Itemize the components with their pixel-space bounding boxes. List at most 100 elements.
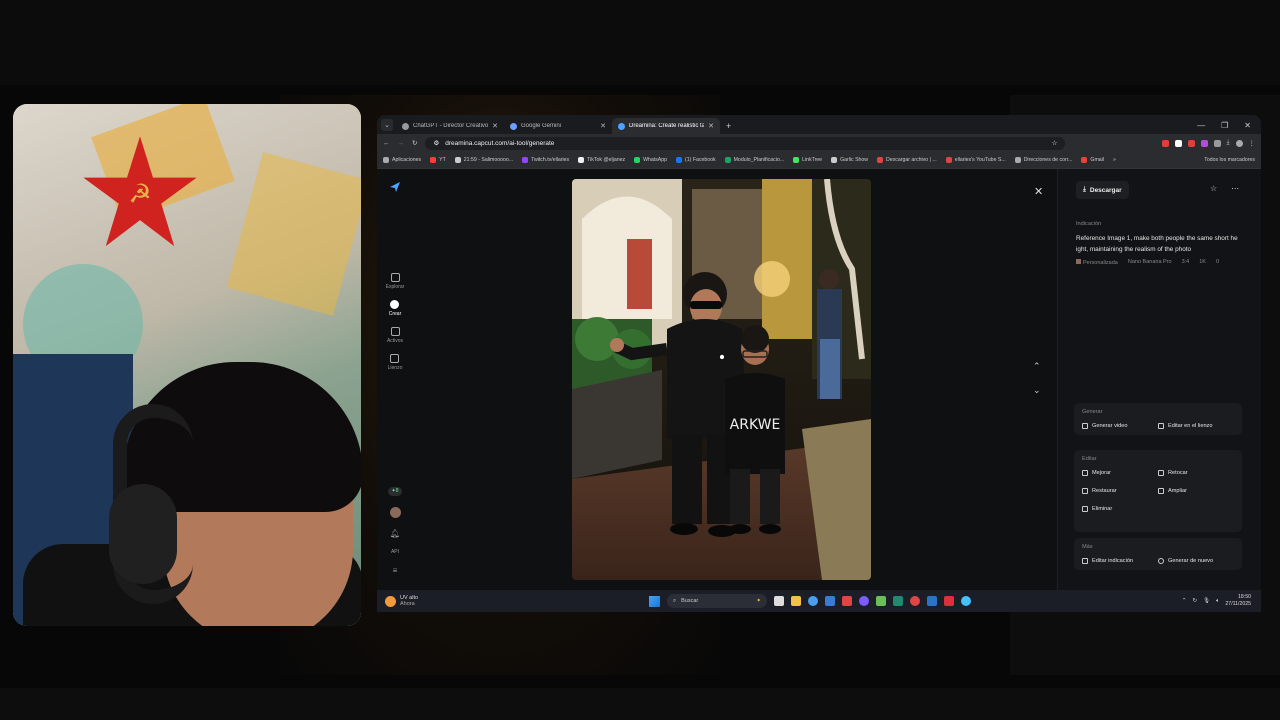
credits-badge[interactable]: ✦8 <box>388 487 402 496</box>
download-button[interactable]: ⤓ Descargar <box>1076 181 1129 199</box>
new-tab-button[interactable]: + <box>726 121 731 131</box>
bookmark-item[interactable]: TikTok @eljanez <box>578 157 625 163</box>
bookmark-item[interactable]: LinkTree <box>793 157 822 163</box>
maximize-icon[interactable]: ❐ <box>1221 121 1228 130</box>
task-view-icon[interactable] <box>774 596 784 606</box>
rail-item-activos[interactable]: Activos <box>387 327 403 344</box>
bookmark-item[interactable]: ellaries's YouTube S... <box>945 157 1006 163</box>
discord-icon[interactable] <box>859 596 869 606</box>
bookmark-item[interactable]: Descargar archivo | ... <box>877 157 937 163</box>
tab-gemini[interactable]: Google Gemini ✕ <box>504 118 612 134</box>
meta-ratio: 3:4 <box>1181 259 1190 265</box>
bookmark-item[interactable]: (1) Facebook <box>676 157 716 163</box>
file-explorer-icon[interactable] <box>791 596 801 606</box>
extension-icon[interactable] <box>1161 139 1169 147</box>
bookmark-item[interactable]: 21:59 - Salimooooo... <box>454 157 513 163</box>
app-icon[interactable] <box>876 596 886 606</box>
app-icon[interactable] <box>910 596 920 606</box>
close-viewer-icon[interactable]: ✕ <box>1034 185 1043 198</box>
menu-dots-icon[interactable]: ⋮ <box>1249 139 1256 147</box>
tray-chevron-icon[interactable]: ⌃ <box>1182 598 1187 604</box>
restore-button[interactable]: Restaurar <box>1082 488 1158 494</box>
app-icon[interactable] <box>825 596 835 606</box>
address-bar[interactable]: ⚙ dreamina.capcut.com/ai-tool/generate ☆ <box>425 136 1066 150</box>
extension-icon[interactable] <box>1187 139 1195 147</box>
more-bookmarks-icon[interactable]: » <box>1113 157 1116 163</box>
taskbar-search[interactable]: ⌕ Buscar ✦ <box>667 594 767 608</box>
edit-prompt-button[interactable]: Editar indicación <box>1082 558 1158 564</box>
bookmark-item[interactable]: Direcciones de corr... <box>1014 157 1072 163</box>
weather-widget[interactable]: UV alto Ahora <box>385 595 418 608</box>
sun-icon <box>385 595 396 607</box>
app-icon[interactable] <box>944 596 954 606</box>
reload-icon[interactable]: ↻ <box>412 139 417 147</box>
search-icon: ⌕ <box>673 597 677 604</box>
bookmark-item[interactable]: Gmail <box>1081 157 1104 163</box>
prompt-text[interactable]: Reference Image 1, make both people the … <box>1076 233 1248 255</box>
favorite-star-icon[interactable]: ☆ <box>1210 184 1217 193</box>
retouch-button[interactable]: Retocar <box>1158 470 1234 476</box>
rail-label: Activos <box>386 338 404 344</box>
profile-avatar[interactable] <box>1235 139 1243 147</box>
download-icon[interactable]: ⤓ <box>1227 139 1230 147</box>
close-tab-icon[interactable]: ✕ <box>492 122 498 130</box>
restore-icon <box>1082 488 1088 494</box>
microphone-icon[interactable]: 🎙︎ <box>1203 598 1210 604</box>
bell-icon[interactable]: 🔔︎ <box>390 529 400 538</box>
bookmark-item[interactable]: Modulo_Planificacio... <box>724 157 784 163</box>
bookmark-favicon-icon <box>676 157 683 163</box>
app-icon[interactable] <box>842 596 852 606</box>
next-image-icon[interactable]: ⌄ <box>1033 385 1041 396</box>
windows-start-icon[interactable] <box>649 595 660 607</box>
menu-icon[interactable]: ≡ <box>393 566 398 575</box>
dreamina-logo-icon[interactable] <box>389 181 401 193</box>
weather-subtitle: Ahora <box>400 601 415 607</box>
user-avatar[interactable] <box>389 507 401 518</box>
volume-icon[interactable]: 🔈︎ <box>1216 598 1219 605</box>
rail-item-lienzo[interactable]: Lienzo <box>388 354 402 371</box>
close-window-icon[interactable]: ✕ <box>1244 121 1251 130</box>
bookmark-item[interactable]: Garlic Show <box>831 157 868 163</box>
app-icon[interactable] <box>893 596 903 606</box>
tab-search-icon[interactable]: ⌄ <box>381 119 393 131</box>
bookmark-star-icon[interactable]: ☆ <box>1052 139 1058 147</box>
bookmark-favicon-icon <box>945 157 952 163</box>
chrome-icon[interactable] <box>808 596 818 606</box>
bookmark-label: WhatsApp <box>643 157 668 163</box>
tab-chatgpt[interactable]: ChatGPT - Director Creativo So ✕ <box>396 118 504 134</box>
close-tab-icon[interactable]: ✕ <box>600 122 606 130</box>
upscale-button[interactable]: Ampliar <box>1158 488 1234 494</box>
regenerate-button[interactable]: Generar de nuevo <box>1158 558 1234 564</box>
rail-item-explorar[interactable]: Explorar <box>386 273 404 290</box>
site-info-icon[interactable]: ⚙ <box>433 139 439 147</box>
clock[interactable]: 18:50 27/11/2025 <box>1225 594 1251 608</box>
generated-image[interactable]: ARKWE <box>572 179 871 580</box>
bookmark-item[interactable]: Twitch.tv/ellaries <box>522 157 569 163</box>
extensions-puzzle-icon[interactable] <box>1213 139 1221 147</box>
steam-icon[interactable] <box>927 596 937 606</box>
system-tray: ⌃ ↻ 🎙︎ 🔈︎ 18:50 27/11/2025 <box>1182 594 1251 608</box>
bookmark-item[interactable]: WhatsApp <box>634 157 667 163</box>
extension-icon[interactable] <box>1174 139 1182 147</box>
enhance-button[interactable]: Mejorar <box>1082 470 1158 476</box>
previous-image-icon[interactable]: ⌃ <box>1033 361 1041 372</box>
generate-card: Generar Generar video Editar en el lienz… <box>1074 403 1242 435</box>
bookmark-item[interactable]: YT <box>430 157 446 163</box>
forward-icon[interactable]: → <box>398 140 405 147</box>
window-controls: — ❐ ✕ <box>1187 121 1261 134</box>
more-options-icon[interactable]: ⋯ <box>1231 184 1239 193</box>
bookmark-item[interactable]: Aplicaciones <box>383 157 421 163</box>
minimize-icon[interactable]: — <box>1197 121 1205 130</box>
sync-icon[interactable]: ↻ <box>1193 598 1198 604</box>
chrome-icon[interactable] <box>961 596 971 606</box>
api-link[interactable]: API <box>391 549 399 555</box>
generate-video-button[interactable]: Generar video <box>1082 423 1158 429</box>
close-tab-icon[interactable]: ✕ <box>708 122 714 130</box>
edit-canvas-button[interactable]: Editar en el lienzo <box>1158 423 1234 429</box>
rail-item-crear[interactable]: Crear <box>389 300 401 317</box>
tab-dreamina[interactable]: Dreamina: Create realistic talki ✕ <box>612 118 720 134</box>
all-bookmarks-folder[interactable]: Todos los marcadores <box>1204 157 1255 163</box>
back-icon[interactable]: ← <box>383 140 390 147</box>
extension-icon[interactable] <box>1200 139 1208 147</box>
remove-button[interactable]: Eliminar <box>1082 506 1158 512</box>
